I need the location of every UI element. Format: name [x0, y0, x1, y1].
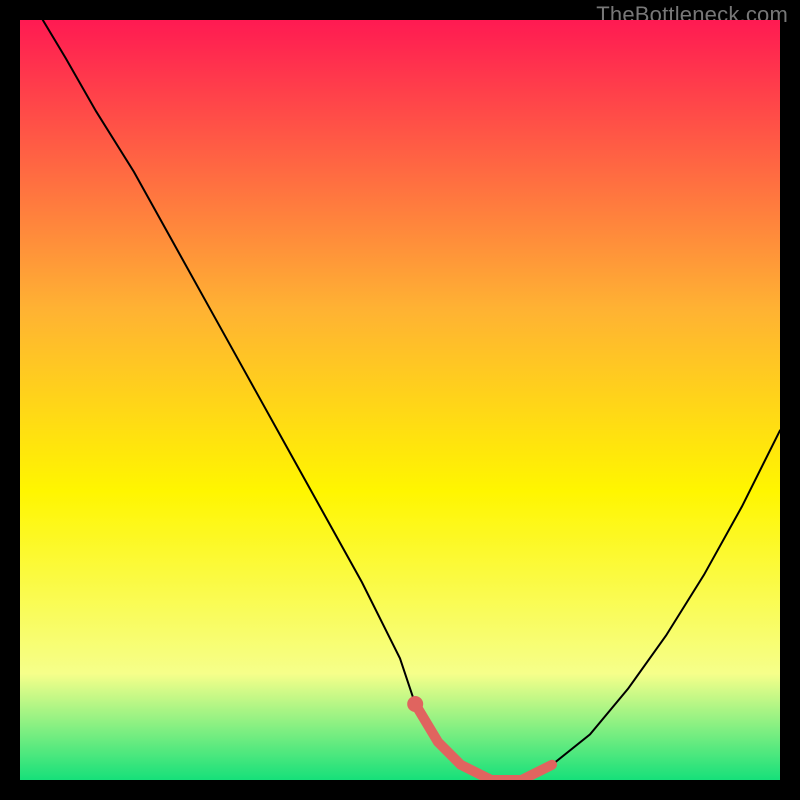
chart-frame: TheBottleneck.com [0, 0, 800, 800]
optimal-zone-start-marker [407, 696, 423, 712]
gradient-background [20, 20, 780, 780]
bottleneck-chart [20, 20, 780, 780]
